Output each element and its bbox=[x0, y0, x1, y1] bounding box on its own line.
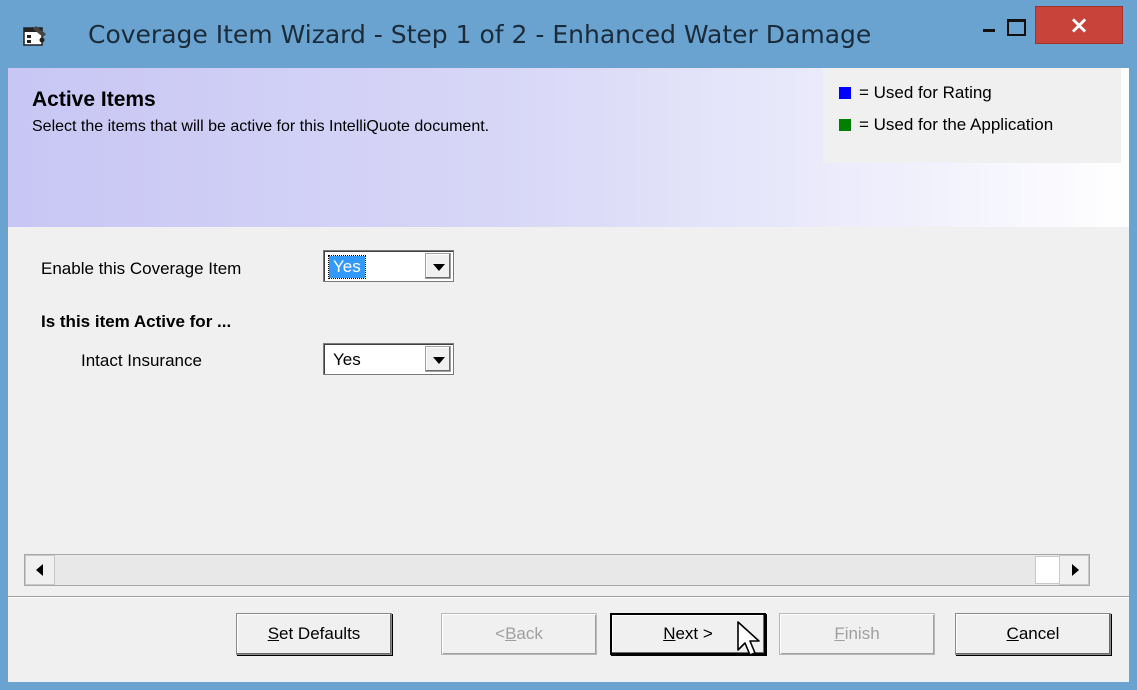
close-button[interactable]: × bbox=[1035, 6, 1123, 44]
intact-insurance-label: Intact Insurance bbox=[81, 351, 202, 370]
cancel-button[interactable]: Cancel bbox=[955, 613, 1111, 655]
legend-item-application: = Used for the Application bbox=[839, 115, 1053, 137]
enable-coverage-label: Enable this Coverage Item bbox=[41, 259, 242, 278]
chevron-down-icon[interactable] bbox=[425, 346, 451, 372]
mouse-pointer-icon bbox=[737, 621, 760, 656]
maximize-button[interactable] bbox=[992, 8, 1038, 48]
window-title: Coverage Item Wizard - Step 1 of 2 - Enh… bbox=[88, 20, 872, 49]
blue-square-icon bbox=[839, 87, 851, 99]
scroll-right-icon[interactable] bbox=[1059, 555, 1089, 585]
finish-button[interactable]: Finish bbox=[779, 613, 935, 655]
page-subtitle: Select the items that will be active for… bbox=[32, 118, 490, 135]
intact-insurance-select[interactable]: Yes bbox=[323, 343, 454, 375]
title-bar[interactable]: Coverage Item Wizard - Step 1 of 2 - Enh… bbox=[0, 0, 1137, 68]
intact-insurance-value: Yes bbox=[333, 350, 361, 369]
properties-app-icon[interactable] bbox=[22, 24, 48, 48]
enable-coverage-value: Yes bbox=[328, 255, 366, 279]
scrollbar-thumb[interactable] bbox=[1035, 556, 1061, 584]
wizard-window: Coverage Item Wizard - Step 1 of 2 - Enh… bbox=[0, 0, 1137, 690]
wizard-header: Active Items Select the items that will … bbox=[8, 68, 1129, 227]
close-icon: × bbox=[1068, 11, 1090, 39]
chevron-down-icon[interactable] bbox=[425, 253, 451, 279]
page-title: Active Items bbox=[32, 88, 156, 111]
divider bbox=[8, 596, 1129, 598]
legend-label-application: = Used for the Application bbox=[859, 115, 1054, 134]
legend-item-rating: = Used for Rating bbox=[839, 83, 992, 105]
legend: = Used for Rating = Used for the Applica… bbox=[823, 68, 1121, 163]
scroll-left-icon[interactable] bbox=[25, 555, 55, 585]
legend-label-rating: = Used for Rating bbox=[859, 83, 992, 102]
client-area: Active Items Select the items that will … bbox=[8, 68, 1129, 682]
green-square-icon bbox=[839, 119, 851, 131]
active-for-heading: Is this item Active for ... bbox=[41, 312, 232, 331]
back-button[interactable]: <Back bbox=[441, 613, 597, 655]
enable-coverage-select[interactable]: Yes bbox=[323, 250, 454, 282]
horizontal-scrollbar[interactable] bbox=[24, 554, 1090, 586]
set-defaults-button[interactable]: Set Defaults bbox=[236, 613, 392, 655]
